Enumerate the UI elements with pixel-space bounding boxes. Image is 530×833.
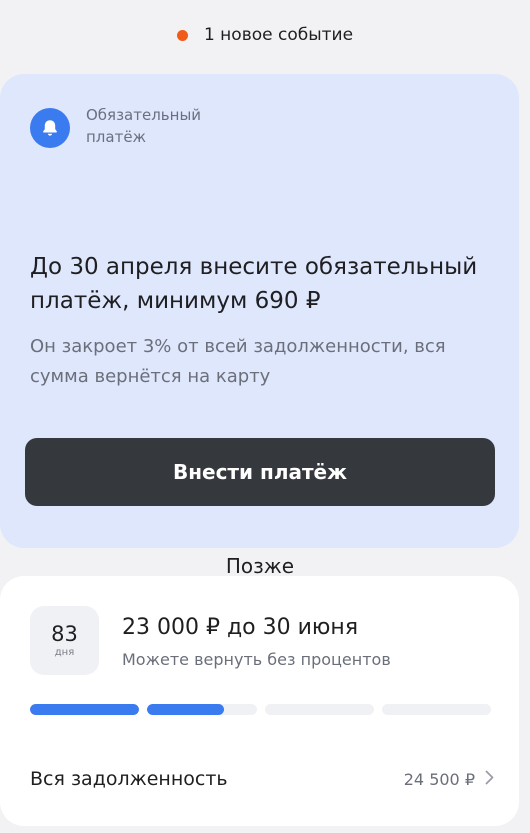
progress-segment <box>381 704 491 715</box>
total-debt-right: 24 500 ₽ <box>404 770 494 789</box>
days-left-value: 83 <box>51 621 78 646</box>
total-debt-label: Вся задолженность <box>30 768 228 790</box>
progress-segment-fill <box>30 704 140 715</box>
loan-card[interactable]: 83 дня 23 000 ₽ до 30 июня Можете вернут… <box>0 576 519 826</box>
total-debt-value: 24 500 ₽ <box>403 769 475 789</box>
notice-title: До 30 апреля внесите обязательный платёж… <box>30 254 478 314</box>
repayment-progress-bar <box>30 704 491 715</box>
loan-subtitle: Можете вернуть без процентов <box>122 650 391 669</box>
total-debt-row[interactable]: Вся задолженность 24 500 ₽ <box>30 762 494 796</box>
new-event-dot-icon <box>176 29 188 41</box>
progress-segment <box>264 704 374 715</box>
events-indicator[interactable]: 1 новое событие <box>0 20 530 50</box>
chevron-right-icon <box>485 770 494 789</box>
notice-header: Обязательный платёж <box>30 104 246 148</box>
days-left-unit: дня <box>54 646 75 658</box>
events-text: 1 новое событие <box>203 25 354 45</box>
progress-segment <box>147 704 257 715</box>
bell-icon <box>30 108 70 148</box>
progress-segment-fill <box>147 704 224 715</box>
notice-type-label: Обязательный платёж <box>86 106 202 146</box>
mandatory-payment-card: Обязательный платёж До 30 апреля внесите… <box>0 74 519 578</box>
notice-subtitle: Он закроет 3% от всей задолженности, вся… <box>30 336 446 387</box>
make-payment-button[interactable]: Внести платёж <box>25 438 495 506</box>
days-left-badge: 83 дня <box>30 606 99 675</box>
progress-segment <box>30 704 140 715</box>
loan-amount: 23 000 ₽ до 30 июня <box>122 615 359 640</box>
